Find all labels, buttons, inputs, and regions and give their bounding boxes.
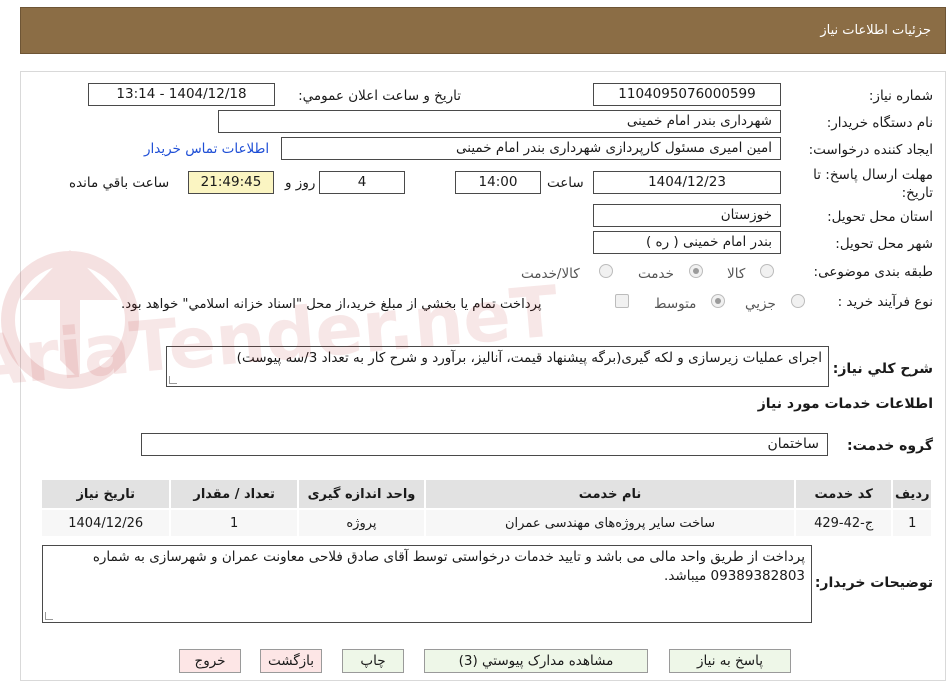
col-service-code: کد خدمت [793, 478, 894, 510]
buyer-notes-text: پرداخت از طریق واحد مالی می باشد و تایید… [92, 549, 805, 584]
province-label: استان محل تحويل: [827, 209, 933, 225]
table-row: 1 ج-42-429 ساخت سایر پروژه‌های مهندسی عم… [39, 508, 933, 538]
category-radio-goods[interactable] [760, 264, 774, 278]
announce-field[interactable]: 1404/12/18 - 13:14 [88, 83, 275, 106]
description-field[interactable]: اجرای عملیات زیرسازی و لکه گیری(برگه پیش… [166, 346, 829, 387]
deadline-label-date: تاريخ: [901, 185, 933, 201]
back-button[interactable]: بازگشت [260, 649, 322, 673]
cell-row-no: 1 [891, 508, 933, 538]
buyer-notes-field[interactable]: پرداخت از طریق واحد مالی می باشد و تایید… [42, 545, 812, 623]
attachments-button[interactable]: مشاهده مدارک پيوستي (3) [424, 649, 648, 673]
buyer-org-field[interactable]: شهرداری بندر امام خمینی [218, 110, 781, 133]
category-radio-goods-service[interactable] [599, 264, 613, 278]
category-label-goods-service: کالا/خدمت [521, 266, 580, 282]
deadline-date-field[interactable]: 1404/12/23 [593, 171, 781, 194]
category-label: طبقه بندی موضوعی: [813, 264, 933, 280]
remaining-label: ساعت باقي مانده [69, 175, 170, 191]
requester-field[interactable]: امین امیری مسئول کارپردازی شهرداری بندر … [281, 137, 781, 160]
cell-quantity: 1 [169, 508, 299, 538]
col-quantity: تعداد / مقدار [169, 478, 299, 510]
deadline-label: مهلت ارسال پاسخ: تا [813, 167, 933, 183]
col-row-no: رديف [891, 478, 933, 510]
table-header-row: رديف کد خدمت نام خدمت واحد اندازه گيری ت… [39, 478, 933, 510]
description-text: اجرای عملیات زیرسازی و لکه گیری(برگه پیش… [236, 350, 822, 366]
col-unit: واحد اندازه گيری [296, 478, 427, 510]
resize-handle-icon[interactable] [169, 376, 177, 384]
reply-button[interactable]: پاسخ به نياز [669, 649, 791, 673]
print-button[interactable]: چاپ [342, 649, 404, 673]
exit-button[interactable]: خروج [179, 649, 241, 673]
col-service-name: نام خدمت [424, 478, 796, 510]
cell-service-code: ج-42-429 [793, 508, 894, 538]
process-radio-minor[interactable] [791, 294, 805, 308]
services-table: رديف کد خدمت نام خدمت واحد اندازه گيری ت… [39, 478, 933, 538]
process-label: نوع فرآيند خريد : [837, 294, 933, 310]
col-need-date: تاريخ نياز [39, 478, 172, 510]
category-label-service: خدمت [638, 266, 674, 282]
announce-label: تاريخ و ساعت اعلان عمومي: [298, 88, 461, 104]
process-label-medium: متوسط [654, 296, 697, 312]
deadline-time-label: ساعت [547, 175, 584, 191]
cell-need-date: 1404/12/26 [39, 508, 172, 538]
process-label-minor: جزيي [745, 296, 776, 312]
process-radio-medium[interactable] [711, 294, 725, 308]
description-label: شرح کلي نياز: [832, 361, 933, 377]
remaining-time-field: 21:49:45 [188, 171, 274, 194]
details-panel: شماره نياز: 1104095076000599 تاريخ و ساع… [20, 71, 946, 681]
page-header: جزئيات اطلاعات نياز [20, 7, 946, 54]
city-label: شهر محل تحويل: [835, 236, 933, 252]
deadline-time-field[interactable]: 14:00 [455, 171, 541, 194]
category-label-goods: کالا [727, 266, 746, 282]
requester-label: ايجاد کننده درخواست: [808, 142, 933, 158]
buyer-org-label: نام دستگاه خريدار: [826, 115, 933, 131]
services-heading: اطلاعات خدمات مورد نياز [757, 396, 933, 412]
resize-handle-icon[interactable] [45, 612, 53, 620]
buyer-notes-label: توضيحات خريدار: [814, 575, 933, 591]
days-label: روز و [285, 175, 316, 191]
need-number-field[interactable]: 1104095076000599 [593, 83, 781, 106]
category-radio-service[interactable] [689, 264, 703, 278]
treasury-note: پرداخت تمام يا بخشي از مبلغ خريد،از محل … [121, 297, 542, 312]
buyer-contact-link[interactable]: اطلاعات تماس خريدار [144, 141, 269, 157]
cell-service-name: ساخت سایر پروژه‌های مهندسی عمران [424, 508, 796, 538]
service-group-label: گروه خدمت: [847, 438, 933, 454]
cell-unit: پروژه [296, 508, 427, 538]
days-field[interactable]: 4 [319, 171, 405, 194]
need-number-label: شماره نياز: [868, 88, 933, 104]
page-title: جزئيات اطلاعات نياز [820, 23, 931, 38]
city-field[interactable]: بندر امام خمینی ( ره ) [593, 231, 781, 254]
province-field[interactable]: خوزستان [593, 204, 781, 227]
treasury-checkbox[interactable] [615, 294, 629, 308]
service-group-field[interactable]: ساختمان [141, 433, 828, 456]
